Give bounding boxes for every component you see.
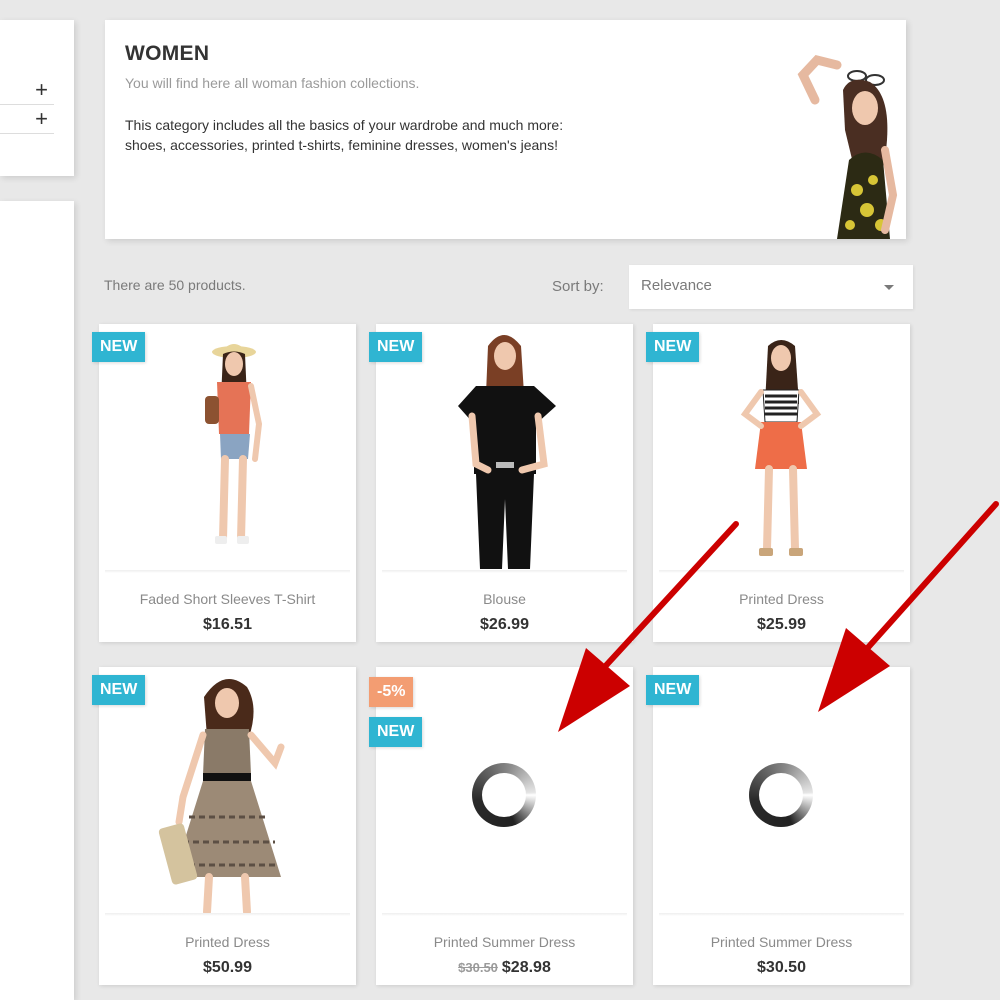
product-card[interactable]: -5% NEW Printed Summer Dress $30.50 $28.9… (369, 667, 633, 985)
sort-dropdown[interactable]: Relevance (629, 265, 913, 309)
divider (659, 913, 904, 916)
divider (659, 570, 904, 573)
product-image-loading (376, 667, 633, 915)
new-badge: NEW (369, 717, 423, 747)
plus-icon[interactable]: + (35, 108, 48, 130)
new-badge: NEW (92, 675, 146, 705)
product-name[interactable]: Printed Dress (653, 591, 910, 607)
product-price: $30.50 (757, 959, 806, 976)
divider (105, 570, 350, 573)
category-description-line: This category includes all the basics of… (125, 117, 564, 133)
product-price-row: $16.51 (99, 616, 356, 634)
product-name[interactable]: Printed Summer Dress (653, 934, 910, 950)
loading-spinner-icon (472, 763, 536, 827)
product-name[interactable]: Printed Summer Dress (376, 934, 633, 950)
product-price: $16.51 (203, 616, 252, 633)
facet-row[interactable]: + (0, 78, 54, 105)
new-badge: NEW (646, 675, 700, 705)
new-badge: NEW (646, 332, 700, 362)
product-price-row: $26.99 (376, 616, 633, 634)
product-price: $25.99 (757, 616, 806, 633)
sidebar-filters-panel: + + (0, 20, 74, 176)
divider (382, 913, 627, 916)
product-card[interactable]: NEW Printed Dress $25.99 (646, 324, 910, 642)
product-card[interactable]: NEW Faded Short Sleeves T-Shirt $16.51 (92, 324, 356, 642)
product-price-row: $30.50 $28.98 (376, 959, 633, 977)
category-header: WOMEN You will find here all woman fashi… (105, 20, 906, 239)
product-price-row: $50.99 (99, 959, 356, 977)
category-banner-image (745, 20, 905, 239)
divider (382, 570, 627, 573)
product-price-row: $25.99 (653, 616, 910, 634)
divider (105, 913, 350, 916)
new-badge: NEW (92, 332, 146, 362)
product-name[interactable]: Blouse (376, 591, 633, 607)
plus-icon[interactable]: + (35, 79, 48, 101)
product-name[interactable]: Faded Short Sleeves T-Shirt (99, 591, 356, 607)
product-old-price: $30.50 (458, 960, 498, 975)
new-badge: NEW (369, 332, 423, 362)
category-subtitle: You will find here all woman fashion col… (125, 75, 420, 91)
caret-down-icon (884, 285, 894, 290)
sort-selected-value: Relevance (641, 277, 712, 294)
product-card[interactable]: NEW Printed Summer Dress $30.50 (646, 667, 910, 985)
product-price: $28.98 (501, 959, 551, 976)
category-description-line: shoes, accessories, printed t-shirts, fe… (125, 137, 558, 153)
product-name[interactable]: Printed Dress (99, 934, 356, 950)
category-description: This category includes all the basics of… (125, 115, 563, 155)
page-title: WOMEN (125, 42, 210, 65)
product-count: There are 50 products. (104, 277, 246, 293)
product-price-row: $30.50 (653, 959, 910, 977)
facet-row[interactable]: + (0, 107, 54, 134)
loading-spinner-icon (749, 763, 813, 827)
product-card[interactable]: NEW Printed Dress $50.99 (92, 667, 356, 985)
sort-label: Sort by: (552, 278, 604, 295)
product-price: $26.99 (480, 616, 529, 633)
product-card[interactable]: NEW Blouse $26.99 (369, 324, 633, 642)
sidebar-secondary-panel (0, 201, 74, 1000)
discount-badge: -5% (369, 677, 414, 707)
product-price: $50.99 (203, 959, 252, 976)
